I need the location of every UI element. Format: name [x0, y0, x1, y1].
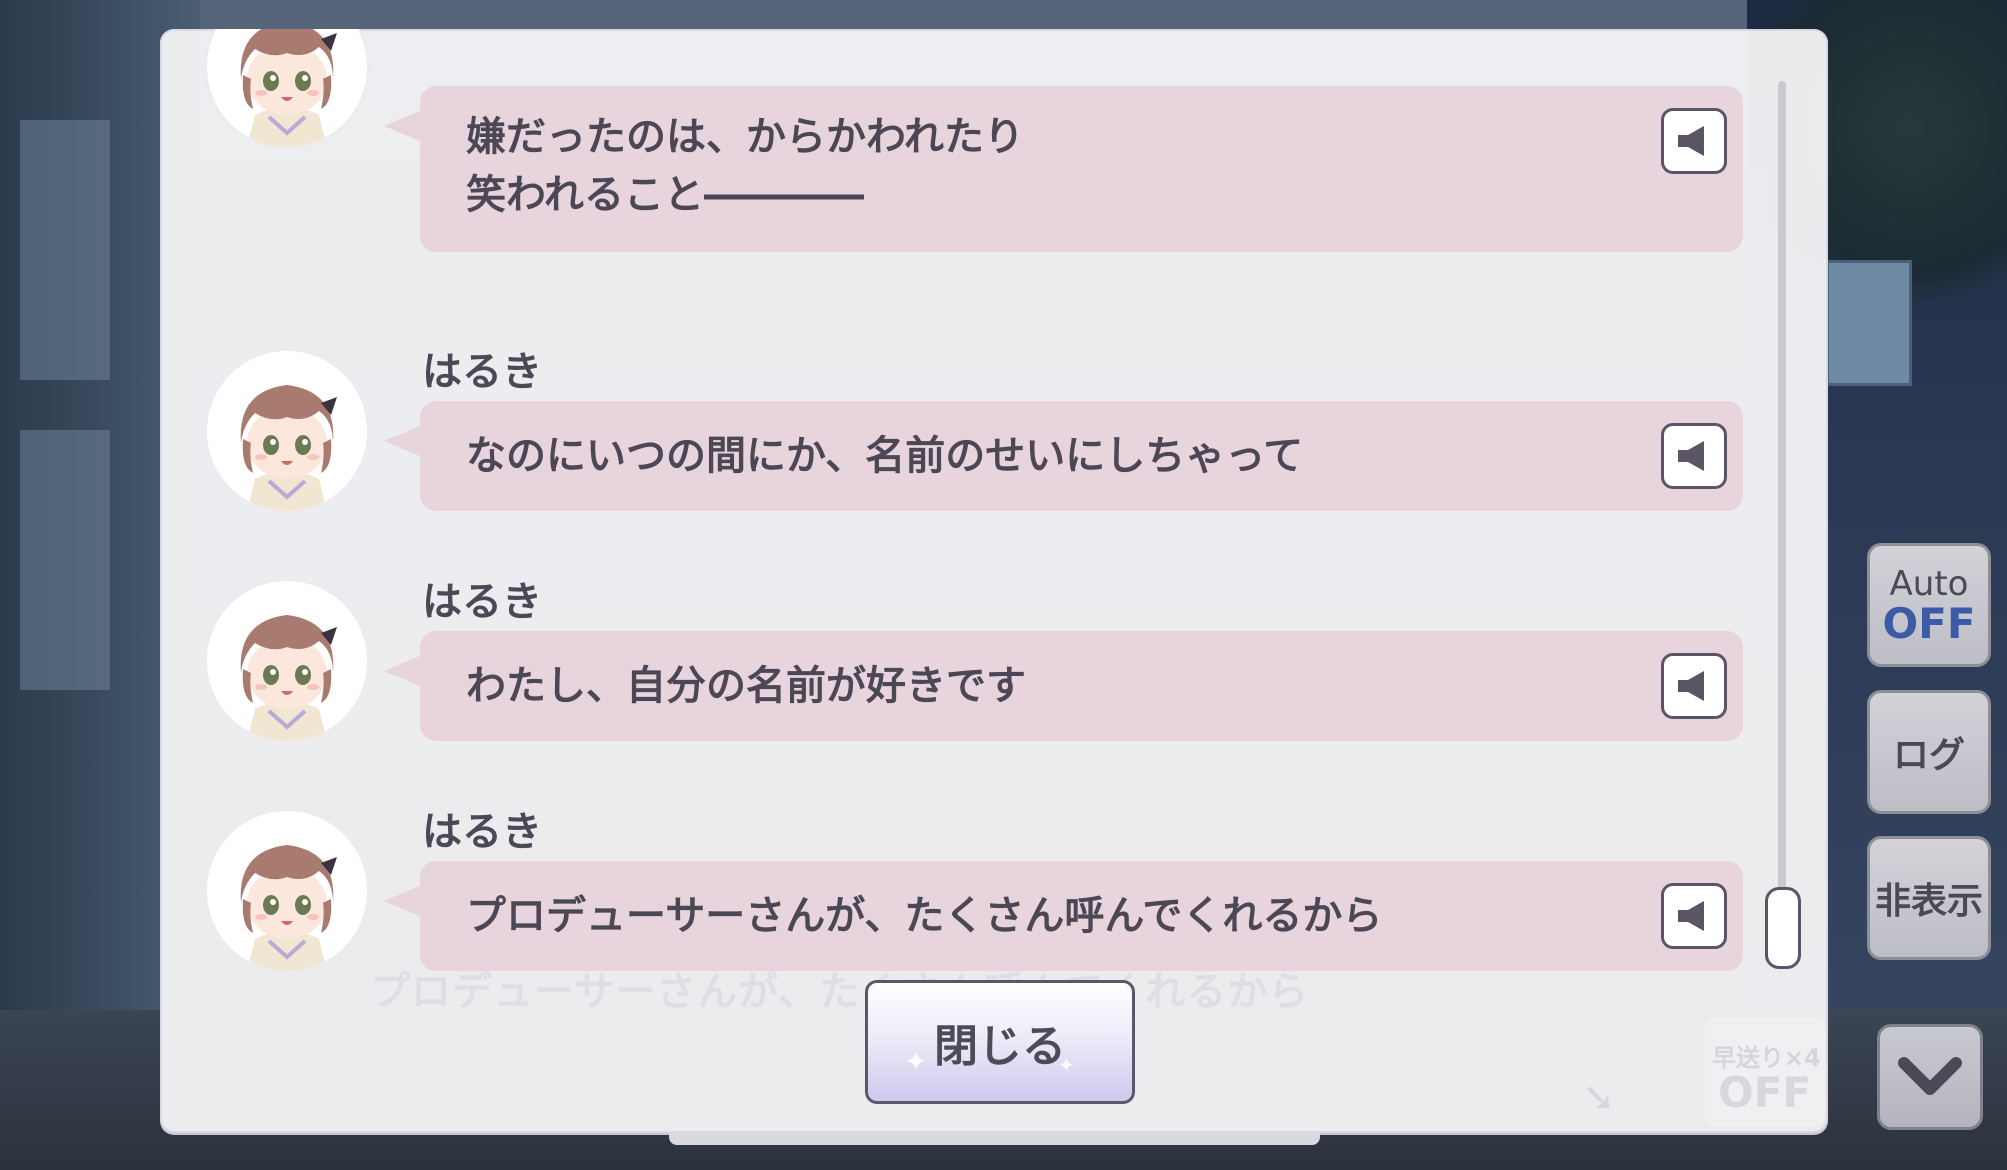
log-entry: 嫌だったのは、からかわれたり 笑われること―――― [205, 29, 1745, 259]
log-scrollbar[interactable] [1778, 81, 1786, 961]
message-bubble: なのにいつの間にか、名前のせいにしちゃって [384, 401, 1743, 511]
close-button-label: 閉じる [934, 1021, 1066, 1072]
backlog-dialog: プロデューサーさんが、たくさん呼んでくれるから ➘ 嫌だったのは、からかわれたり… [160, 29, 1828, 1133]
street-sign [1826, 260, 1912, 386]
next-arrow-icon: ➘ [1582, 1075, 1616, 1121]
sparkle-icon: ✦ [904, 1045, 928, 1078]
dialog-footer-bar [669, 1131, 1320, 1145]
speaker-name: はるき [422, 349, 542, 395]
log-entry: はるき わたし、自分の名前が好きです [205, 549, 1745, 749]
speaker-icon [1678, 901, 1704, 931]
log-button-label: ログ [1892, 735, 1965, 776]
log-button[interactable]: ログ [1867, 690, 1991, 814]
speaker-icon [1678, 126, 1704, 156]
message-bubble: プロデューサーさんが、たくさん呼んでくれるから [384, 861, 1743, 971]
log-entry: はるき なのにいつの間にか、名前のせいにしちゃって [205, 319, 1745, 519]
speaker-name: はるき [422, 579, 542, 625]
message-line: わたし、自分の名前が好きです [466, 663, 1026, 709]
voice-replay-button[interactable] [1661, 423, 1727, 489]
speaker-name: はるき [422, 809, 542, 855]
menu-down-button[interactable] [1877, 1024, 1983, 1130]
voice-replay-button[interactable] [1661, 108, 1727, 174]
hide-ui-button[interactable]: 非表示 [1867, 836, 1991, 960]
fast-forward-state: OFF [1718, 1068, 1812, 1117]
building-window [20, 120, 110, 380]
speaker-icon [1678, 671, 1704, 701]
chevron-down-icon [1898, 1057, 1962, 1095]
building-window [20, 430, 110, 690]
auto-toggle-button[interactable]: Auto OFF [1867, 543, 1991, 667]
sparkle-icon: ✦ [1058, 1053, 1075, 1077]
avatar [205, 579, 369, 743]
avatar [205, 29, 369, 149]
speaker-icon [1678, 441, 1704, 471]
voice-replay-button[interactable] [1661, 653, 1727, 719]
hide-button-label: 非表示 [1874, 881, 1983, 922]
message-line: 笑われること―――― [466, 172, 864, 218]
message-bubble: 嫌だったのは、からかわれたり 笑われること―――― [384, 86, 1743, 252]
message-line: プロデューサーさんが、たくさん呼んでくれるから [466, 893, 1383, 939]
log-scrollbar-thumb[interactable] [1765, 887, 1801, 969]
voice-replay-button[interactable] [1661, 883, 1727, 949]
avatar [205, 349, 369, 513]
message-line: なのにいつの間にか、名前のせいにしちゃって [466, 433, 1304, 479]
close-button[interactable]: ✦ ✦ 閉じる [865, 980, 1135, 1104]
auto-label: Auto [1889, 564, 1969, 604]
log-entry: はるき プロデューサーさんが、たくさん呼んでくれるから [205, 779, 1745, 979]
auto-state: OFF [1882, 599, 1976, 648]
avatar [205, 809, 369, 973]
message-bubble: わたし、自分の名前が好きです [384, 631, 1743, 741]
message-line: 嫌だったのは、からかわれたり [466, 114, 1024, 160]
